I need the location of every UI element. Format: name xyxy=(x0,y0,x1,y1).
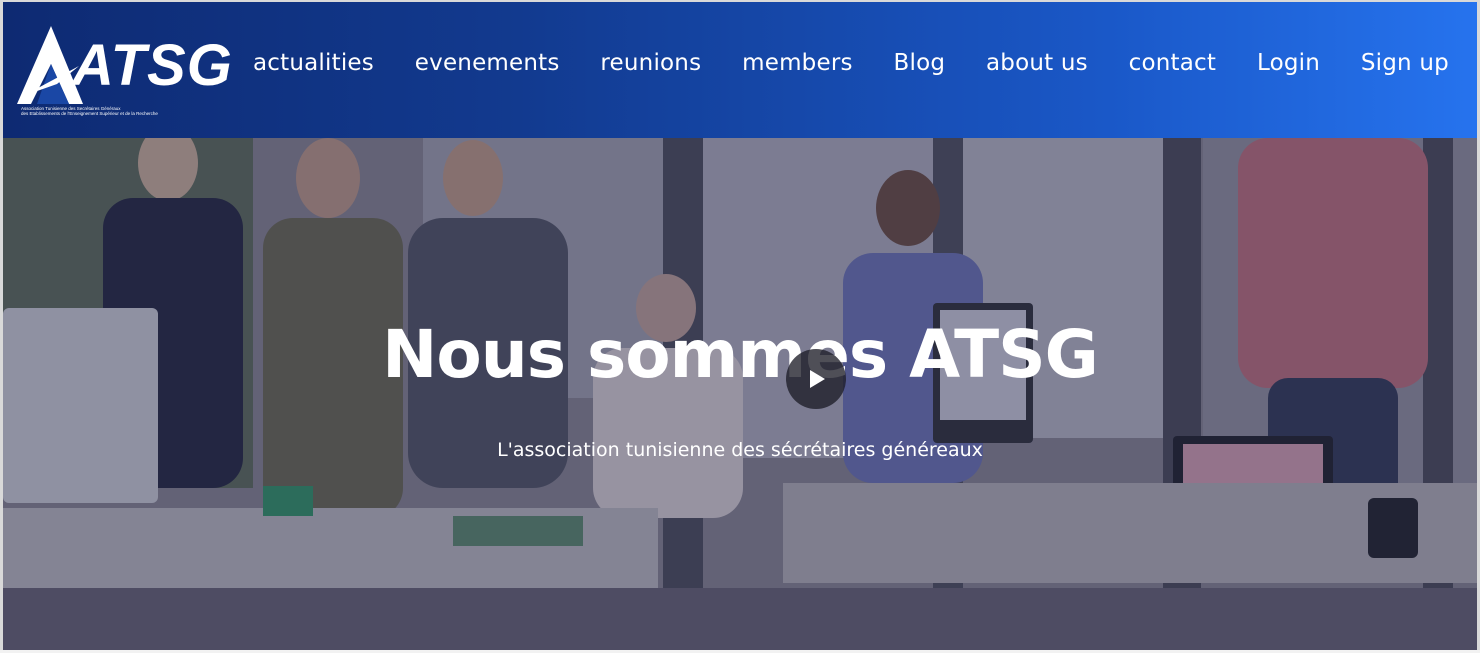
nav-item-blog[interactable]: Blog xyxy=(894,46,946,80)
nav-item-about-us[interactable]: about us xyxy=(986,46,1088,80)
play-button[interactable] xyxy=(786,349,846,409)
logo-subtitle: Association Tunisienne des Secrétaires G… xyxy=(21,106,186,116)
site-header: ATSG Association Tunisienne des Secrétai… xyxy=(3,2,1477,138)
logo-text: ATSG xyxy=(72,33,233,98)
main-nav: actualities evenements reunions members … xyxy=(253,46,1449,80)
nav-item-contact[interactable]: contact xyxy=(1129,46,1216,80)
play-icon xyxy=(810,370,825,388)
logo-subtitle-line2: des Etablissements de l'Enseignement Sup… xyxy=(21,111,158,116)
site-logo[interactable]: ATSG Association Tunisienne des Secrétai… xyxy=(17,24,232,124)
nav-item-members[interactable]: members xyxy=(742,46,853,80)
hero-subtitle: L'association tunisienne des sécrétaires… xyxy=(497,439,983,461)
hero-overlay xyxy=(3,138,1477,650)
hero-title: Nous sommes ATSG xyxy=(382,316,1099,393)
nav-item-login[interactable]: Login xyxy=(1257,46,1320,80)
nav-item-sign-up[interactable]: Sign up xyxy=(1361,46,1449,80)
nav-item-evenements[interactable]: evenements xyxy=(415,46,560,80)
nav-item-actualities[interactable]: actualities xyxy=(253,46,374,80)
hero-section: Nous sommes ATSG L'association tunisienn… xyxy=(3,138,1477,650)
nav-item-reunions[interactable]: reunions xyxy=(600,46,701,80)
